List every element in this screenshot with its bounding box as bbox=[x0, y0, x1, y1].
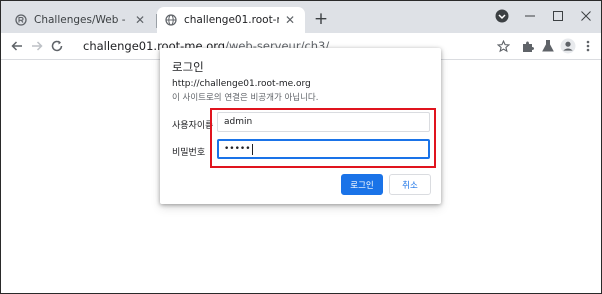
close-tab-icon[interactable]: ✕ bbox=[283, 13, 297, 27]
reload-icon bbox=[51, 40, 63, 52]
tab-title: Challenges/Web - Server : Weak bbox=[34, 14, 129, 26]
arrow-left-icon bbox=[11, 41, 22, 51]
tab-challenges[interactable]: Challenges/Web - Server : Weak ✕ bbox=[7, 7, 155, 33]
tab-challenge01[interactable]: challenge01.root-me.org/web-s ✕ bbox=[157, 7, 305, 33]
forward-button[interactable] bbox=[27, 36, 47, 56]
maximize-icon bbox=[553, 11, 563, 21]
reload-button[interactable] bbox=[47, 36, 67, 56]
extensions-button[interactable] bbox=[518, 36, 538, 56]
new-tab-button[interactable]: + bbox=[311, 9, 331, 29]
menu-button[interactable] bbox=[578, 36, 598, 56]
cancel-button[interactable]: 취소 bbox=[389, 174, 431, 195]
flask-icon bbox=[542, 40, 554, 52]
profile-button[interactable] bbox=[558, 36, 578, 56]
back-button[interactable] bbox=[7, 36, 27, 56]
tab-search-button[interactable] bbox=[488, 5, 516, 27]
chevron-down-icon bbox=[495, 9, 509, 23]
bookmark-button[interactable] bbox=[493, 36, 513, 56]
globe-icon bbox=[165, 14, 177, 26]
close-icon bbox=[581, 11, 591, 21]
password-label: 비밀번호 bbox=[172, 148, 206, 158]
star-icon bbox=[496, 39, 510, 52]
avatar-icon bbox=[560, 38, 576, 54]
tab-strip: Challenges/Web - Server : Weak ✕ challen… bbox=[1, 1, 601, 33]
credentials-highlight-box bbox=[210, 108, 436, 168]
username-label: 사용자이름 bbox=[172, 121, 214, 131]
dialog-warning: 이 사이트로의 연결은 비공개가 아닙니다. bbox=[172, 93, 319, 103]
login-dialog: 로그인 http://challenge01.root-me.org 이 사이트… bbox=[160, 48, 441, 204]
maximize-button[interactable] bbox=[544, 5, 572, 27]
arrow-right-icon bbox=[32, 41, 43, 51]
dialog-origin: http://challenge01.root-me.org bbox=[172, 79, 311, 89]
minimize-icon bbox=[525, 15, 535, 17]
tab-title: challenge01.root-me.org/web-s bbox=[184, 14, 279, 26]
close-window-button[interactable] bbox=[572, 5, 600, 27]
root-me-favicon-icon bbox=[15, 14, 27, 26]
minimize-button[interactable] bbox=[516, 5, 544, 27]
labs-button[interactable] bbox=[538, 36, 558, 56]
more-vert-icon bbox=[586, 40, 590, 52]
dialog-title: 로그인 bbox=[172, 60, 204, 74]
close-tab-icon[interactable]: ✕ bbox=[133, 13, 147, 27]
login-button[interactable]: 로그인 bbox=[341, 174, 383, 195]
puzzle-icon bbox=[523, 41, 534, 52]
